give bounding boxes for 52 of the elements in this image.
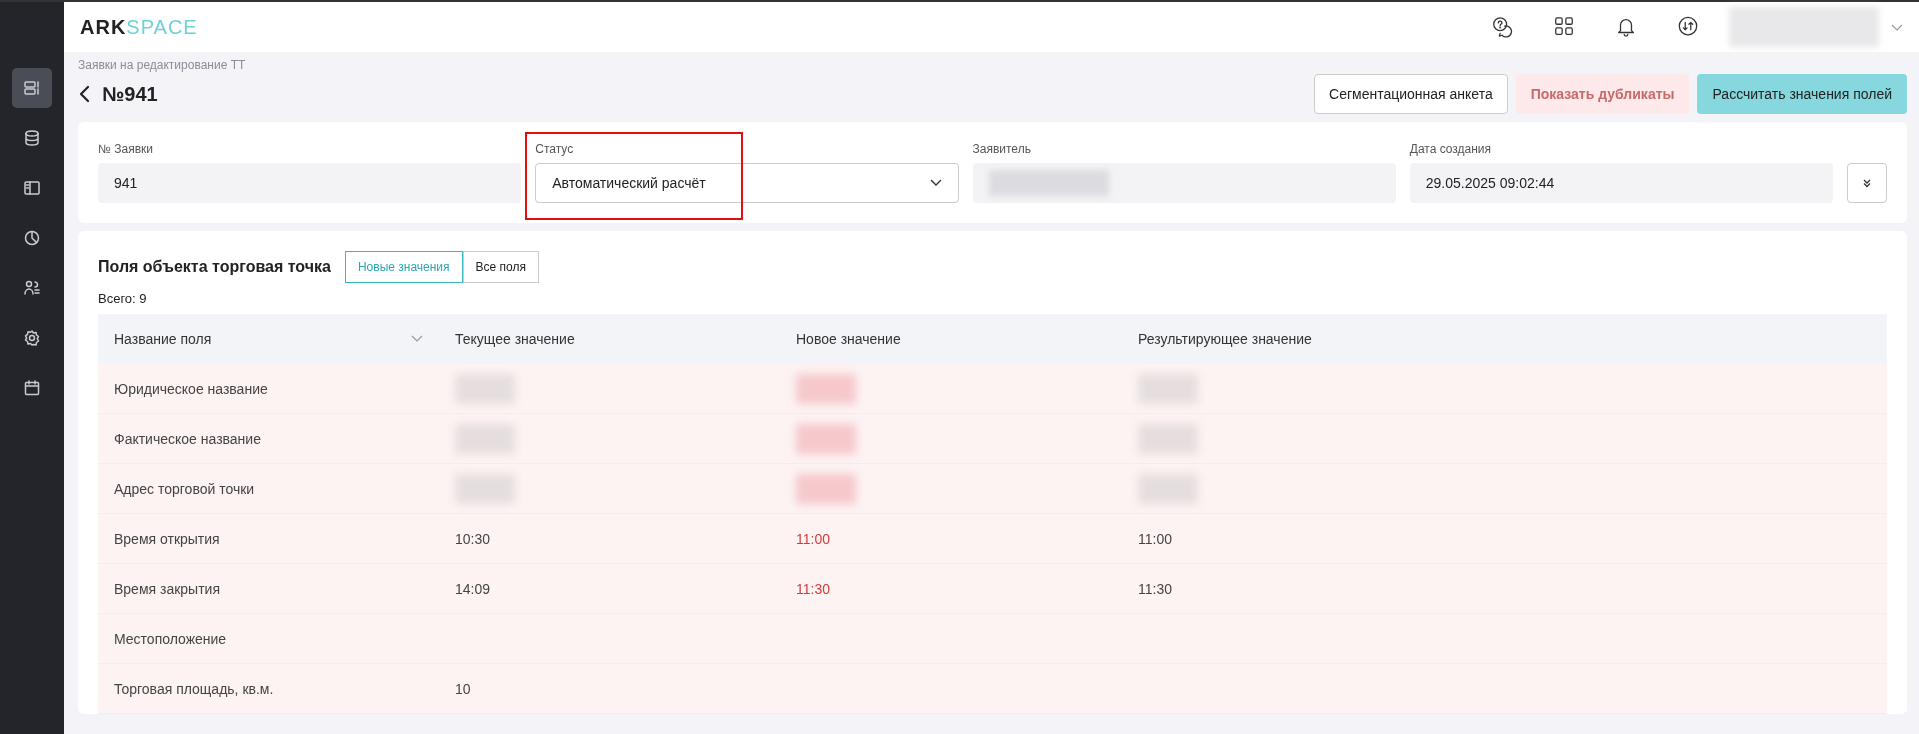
status-select[interactable]: Автоматический расчёт	[535, 163, 959, 203]
back-icon[interactable]	[78, 85, 92, 103]
redacted-value	[796, 373, 856, 404]
action-button[interactable]: Сегментационная анкета	[1314, 74, 1508, 114]
column-header[interactable]: Новое значение	[780, 314, 1122, 364]
table-cell: Время закрытия	[98, 564, 439, 614]
redacted-value	[796, 473, 856, 504]
database-icon	[24, 130, 40, 146]
logo: ARKSPACE	[80, 15, 198, 39]
table-cell: Юридическое название	[98, 364, 439, 414]
field-label: Дата создания	[1409, 142, 1493, 156]
table-cell: 10:30	[439, 514, 780, 564]
table-cell: Местоположение	[98, 614, 439, 664]
column-header[interactable]: Текущее значение	[439, 314, 780, 364]
calendar-icon	[24, 380, 40, 396]
sidebar-item[interactable]	[12, 68, 52, 108]
pie-chart-icon	[24, 230, 40, 246]
users-icon	[24, 280, 40, 296]
action-button[interactable]: Рассчитать значения полей	[1697, 74, 1907, 114]
double-chevron-icon	[1862, 178, 1872, 188]
table-cell: 14:09	[439, 564, 780, 614]
field-label: № Заявки	[98, 142, 154, 156]
table-cell: 11:30	[1122, 564, 1887, 614]
list-icon	[24, 80, 40, 96]
table-cell: Фактическое название	[98, 414, 439, 464]
redacted-value	[796, 423, 856, 454]
table-cell: 11:00	[1122, 514, 1887, 564]
swap-icon[interactable]	[1677, 16, 1699, 38]
settings-icon	[24, 330, 40, 346]
table-cell: 11:30	[780, 564, 1122, 614]
section-title: Поля объекта торговая точка	[98, 258, 331, 276]
table-cell: Торговая площадь, кв.м.	[98, 664, 439, 714]
input-field[interactable]: 941	[98, 163, 522, 203]
field-label: Заявитель	[972, 142, 1032, 156]
tab[interactable]: Все поля	[462, 251, 539, 283]
field-label: Статус	[535, 142, 575, 156]
grid-icon[interactable]	[1553, 16, 1575, 38]
total-count: Всего: 9	[98, 291, 148, 306]
chevron-down-icon	[929, 179, 942, 187]
input-field[interactable]: 29.05.2025 09:02:44	[1409, 163, 1833, 203]
input-field[interactable]	[972, 163, 1396, 203]
panel-icon	[24, 180, 40, 196]
chevron-down-icon	[411, 335, 423, 343]
table-cell: Время открытия	[98, 514, 439, 564]
table-cell: Адрес торговой точки	[98, 464, 439, 514]
help-chat-icon[interactable]	[1491, 16, 1513, 38]
table-cell: 10	[439, 664, 780, 714]
column-header[interactable]: Результирующее значение	[1122, 314, 1887, 364]
column-header[interactable]: Название поля	[98, 314, 439, 364]
bell-icon[interactable]	[1615, 16, 1637, 38]
page-title: №941	[102, 82, 158, 106]
table-cell: 11:00	[780, 514, 1122, 564]
